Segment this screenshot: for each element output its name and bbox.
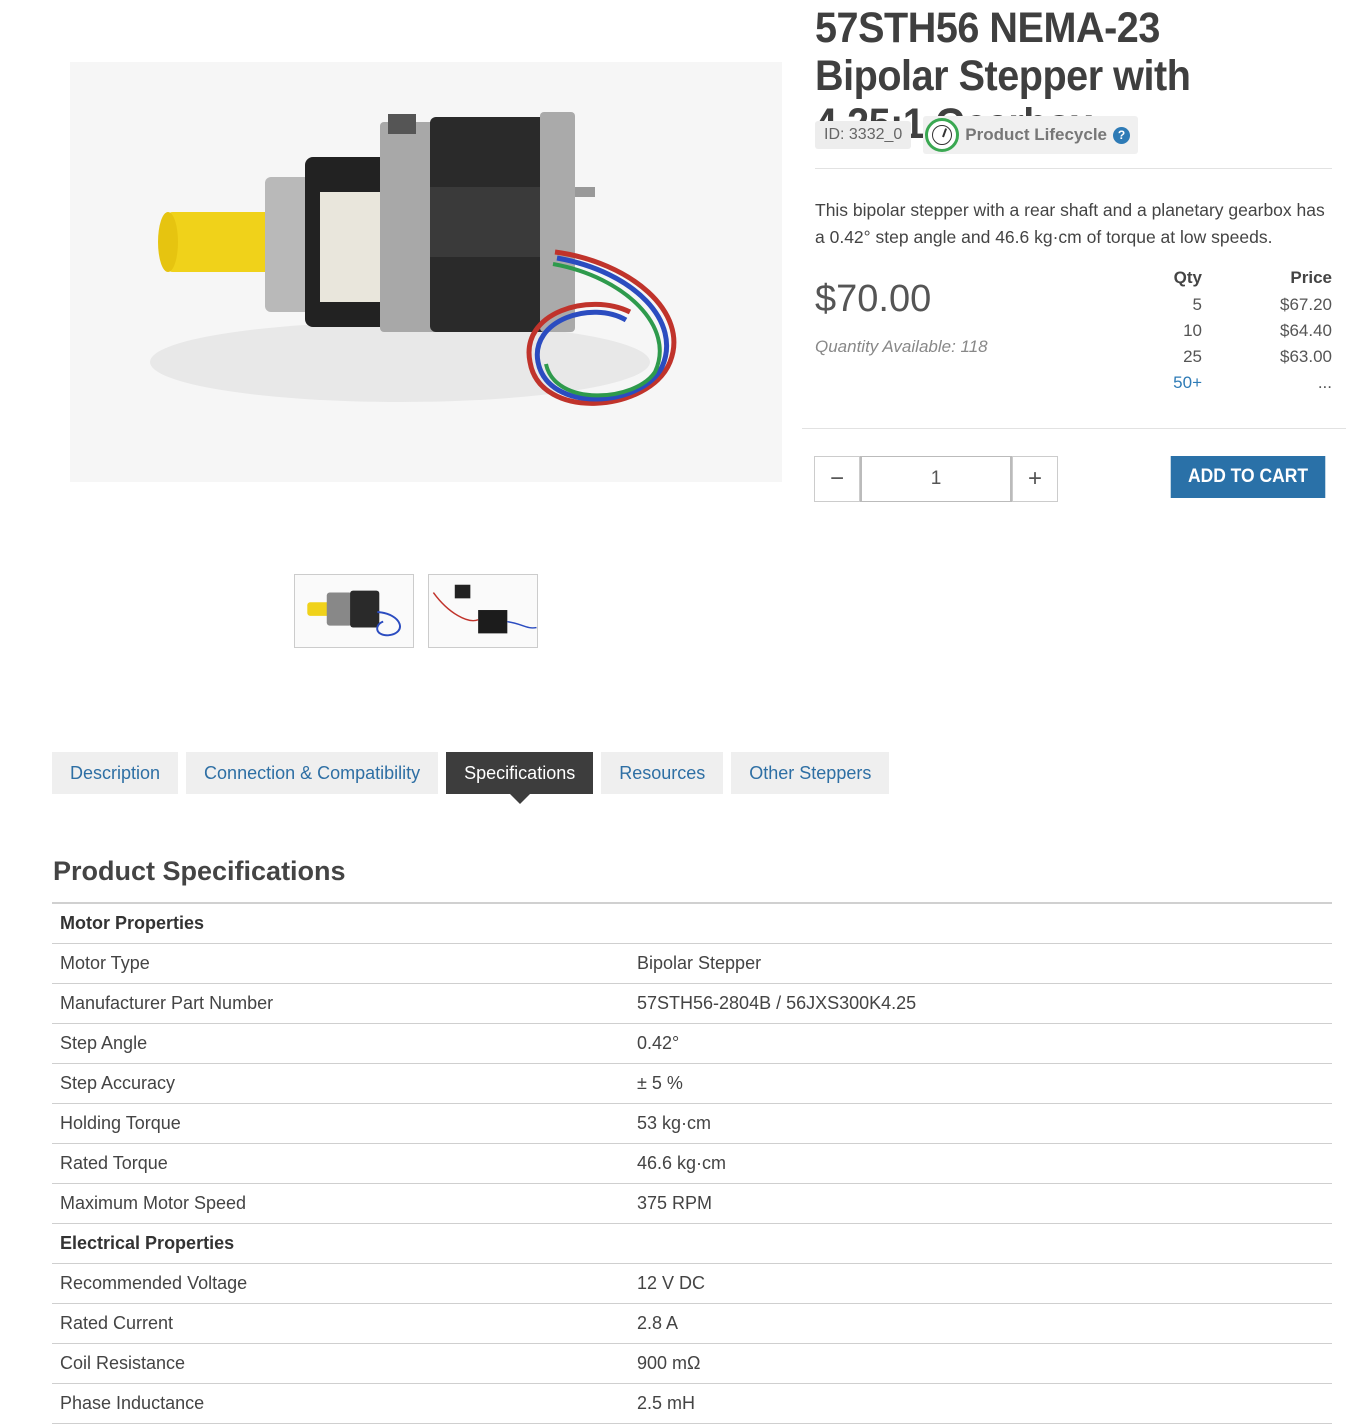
spec-row: Coil Resistance 900 mΩ <box>52 1342 1332 1383</box>
spec-section-title: Electrical Properties <box>52 1222 1332 1263</box>
price-break-price: $67.20 <box>1280 295 1332 314</box>
product-main-image[interactable] <box>70 62 782 482</box>
price-break-row: 5 $67.20 <box>1150 292 1332 318</box>
spec-value: 375 RPM <box>629 1182 1332 1223</box>
spec-row: Phase Inductance 2.5 mH <box>52 1382 1332 1424</box>
tab-specifications[interactable]: Specifications <box>446 752 594 804</box>
spec-value: 12 V DC <box>629 1262 1332 1303</box>
add-to-cart-button[interactable]: ADD TO CART <box>1170 456 1326 498</box>
help-icon[interactable]: ? <box>1113 126 1130 144</box>
spec-row: Recommended Voltage 12 V DC <box>52 1262 1332 1303</box>
spec-key: Maximum Motor Speed <box>52 1182 629 1223</box>
price-break-row: 25 $63.00 <box>1150 344 1332 370</box>
spec-row: Motor Type Bipolar Stepper <box>52 942 1332 983</box>
spec-value: 53 kg·cm <box>629 1102 1332 1143</box>
more-price-breaks-link[interactable]: 50+ <box>1150 370 1202 396</box>
product-price: $70.00 <box>815 278 932 320</box>
spec-value: 0.42° <box>629 1022 1332 1063</box>
spec-key: Rated Current <box>52 1302 629 1343</box>
thumbnail-motor[interactable] <box>294 574 414 648</box>
product-id-badge: ID: 3332_0 <box>815 121 912 149</box>
spec-row: Rated Torque 46.6 kg·cm <box>52 1142 1332 1183</box>
clock-icon <box>925 118 960 152</box>
specifications-table: Motor Properties Motor Type Bipolar Step… <box>52 902 1332 1424</box>
spec-key: Holding Torque <box>52 1102 629 1143</box>
price-break-price: $63.00 <box>1280 347 1332 366</box>
spec-row: Maximum Motor Speed 375 RPM <box>52 1182 1332 1223</box>
spec-key: Step Angle <box>52 1022 629 1063</box>
spec-key: Phase Inductance <box>52 1382 629 1424</box>
price-break-qty: 10 <box>1183 321 1202 340</box>
price-break-row: 50+ ... <box>1150 370 1332 396</box>
increase-quantity-button[interactable]: + <box>1012 456 1058 502</box>
tab-connection-compatibility[interactable]: Connection & Compatibility <box>186 752 439 794</box>
product-lifecycle-label: Product Lifecycle <box>965 125 1107 144</box>
divider <box>802 428 1346 429</box>
price-break-row: 10 $64.40 <box>1150 318 1332 344</box>
spec-row: Rated Current 2.8 A <box>52 1302 1332 1343</box>
price-break-price: ... <box>1317 373 1332 392</box>
image-thumbnails <box>294 574 538 648</box>
spec-value: 2.8 A <box>629 1302 1332 1343</box>
product-lifecycle-link[interactable]: Product Lifecycle ? <box>923 116 1138 154</box>
qty-header: Qty <box>1173 268 1202 287</box>
price-break-qty: 25 <box>1183 347 1202 366</box>
tab-other-steppers[interactable]: Other Steppers <box>731 752 890 794</box>
spec-row: Manufacturer Part Number 57STH56-2804B /… <box>52 982 1332 1023</box>
product-description: This bipolar stepper with a rear shaft a… <box>815 200 1325 247</box>
spec-row: Step Angle 0.42° <box>52 1022 1332 1063</box>
tab-resources[interactable]: Resources <box>601 752 724 794</box>
spec-row: Holding Torque 53 kg·cm <box>52 1102 1332 1143</box>
thumbnail-driver-board[interactable] <box>428 574 538 648</box>
stepper-motor-illustration <box>150 112 677 406</box>
spec-key: Recommended Voltage <box>52 1262 629 1303</box>
spec-value: 900 mΩ <box>629 1342 1332 1383</box>
motor-thumbnail-icon <box>307 590 401 637</box>
price-break-price: $64.40 <box>1280 321 1332 340</box>
spec-key: Motor Type <box>52 942 629 983</box>
spec-section-title: Motor Properties <box>52 902 1332 943</box>
spec-value: 46.6 kg·cm <box>629 1142 1332 1183</box>
spec-key: Step Accuracy <box>52 1062 629 1103</box>
quantity-available: Quantity Available: 118 <box>815 337 988 356</box>
spec-value: ± 5 % <box>629 1062 1332 1103</box>
product-tabs: Description Connection & Compatibility S… <box>52 752 890 804</box>
spec-value: Bipolar Stepper <box>629 942 1332 983</box>
spec-section-row: Electrical Properties <box>52 1222 1332 1263</box>
quantity-input[interactable] <box>860 456 1012 502</box>
quantity-stepper: − + <box>814 456 1058 502</box>
tab-description[interactable]: Description <box>52 752 179 794</box>
driver-board-thumbnail-icon <box>432 584 537 634</box>
specifications-heading: Product Specifications <box>53 856 346 886</box>
spec-key: Manufacturer Part Number <box>52 982 629 1023</box>
divider <box>815 168 1332 169</box>
spec-row: Step Accuracy ± 5 % <box>52 1062 1332 1103</box>
decrease-quantity-button[interactable]: − <box>814 456 860 502</box>
spec-section-row: Motor Properties <box>52 902 1332 943</box>
spec-value: 2.5 mH <box>629 1382 1332 1424</box>
spec-value: 57STH56-2804B / 56JXS300K4.25 <box>629 982 1332 1023</box>
spec-key: Rated Torque <box>52 1142 629 1183</box>
price-break-qty: 5 <box>1192 295 1202 314</box>
spec-key: Coil Resistance <box>52 1342 629 1383</box>
product-meta-row: ID: 3332_0 Product Lifecycle ? <box>815 116 1138 154</box>
price-break-table: Qty Price 5 $67.20 10 $64.40 25 $63.00 5… <box>1150 268 1332 396</box>
price-header: Price <box>1290 268 1332 287</box>
